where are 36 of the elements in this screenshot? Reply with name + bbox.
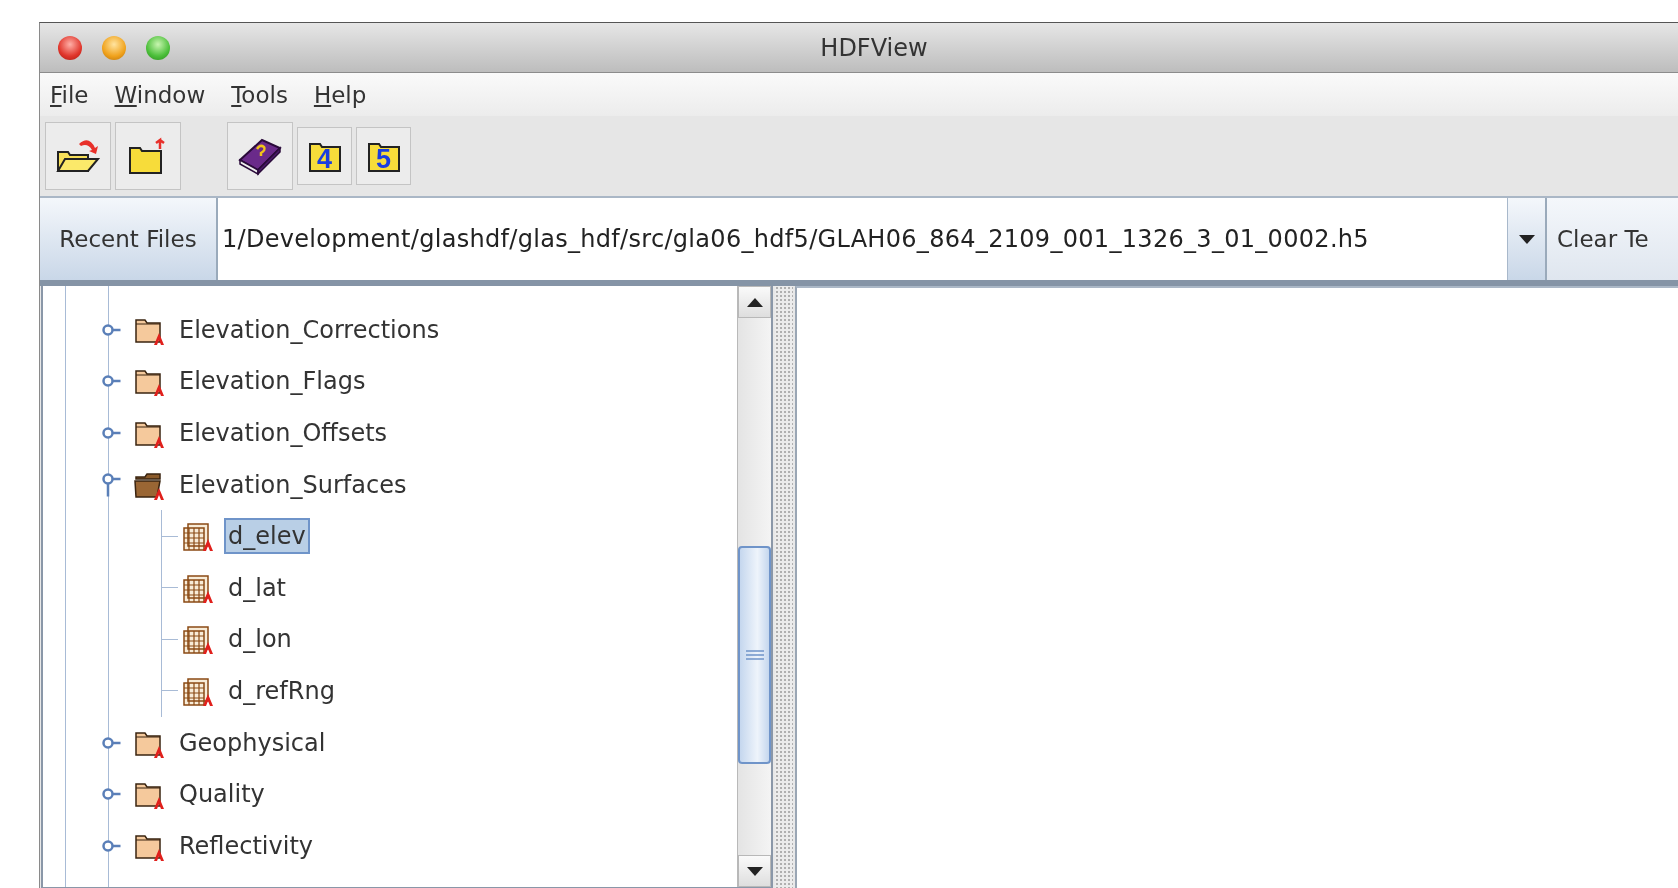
tree-item[interactable]: Elevation_Offsets [175, 415, 392, 451]
zoom-window-button[interactable] [146, 35, 170, 60]
scrollbar[interactable] [737, 286, 771, 887]
tree-item[interactable]: d_lon [224, 621, 296, 658]
menu-item[interactable]: Window [114, 81, 206, 108]
scroll-thumb[interactable] [738, 546, 771, 764]
hdf-version-button[interactable]: 4 [297, 127, 352, 185]
tree-item[interactable]: Reflectivity [175, 827, 317, 864]
close-file-button[interactable] [115, 122, 181, 190]
menu-item[interactable]: Help [313, 81, 367, 108]
up-arrow-icon [746, 297, 763, 307]
menu-item[interactable]: Tools [231, 81, 288, 108]
grip-icon [745, 650, 764, 660]
menu-item[interactable]: File [50, 81, 89, 108]
caret-icon [1518, 234, 1535, 244]
tree-item[interactable]: Elevation_Flags [175, 363, 370, 400]
tree-item[interactable]: Geophysical [175, 724, 330, 761]
tree-item[interactable]: Quality [175, 776, 269, 813]
tree-item[interactable]: Elevation_Surfaces [175, 466, 411, 503]
grid-icon [182, 623, 216, 656]
clear-text-button[interactable]: Clear Te [1547, 198, 1678, 280]
scroll-up-button[interactable] [738, 286, 771, 318]
recent-files-button[interactable]: Recent Files [40, 198, 218, 280]
hdf-version-button[interactable]: 5 [356, 127, 411, 185]
dropdown-button[interactable] [1507, 198, 1547, 280]
down-arrow-icon [746, 866, 763, 876]
open-file-button[interactable] [45, 122, 111, 190]
grid-icon [182, 520, 216, 553]
scroll-down-button[interactable] [738, 855, 771, 887]
close-window-button[interactable] [58, 35, 82, 60]
tree-item[interactable]: d_elev [224, 518, 310, 555]
tree-item[interactable]: Elevation_Corrections [175, 311, 444, 348]
tree-item[interactable]: d_refRng [224, 672, 339, 709]
help-button[interactable] [227, 122, 293, 190]
tree-item[interactable]: d_lat [224, 569, 291, 606]
window-title: HDFView [819, 33, 928, 62]
